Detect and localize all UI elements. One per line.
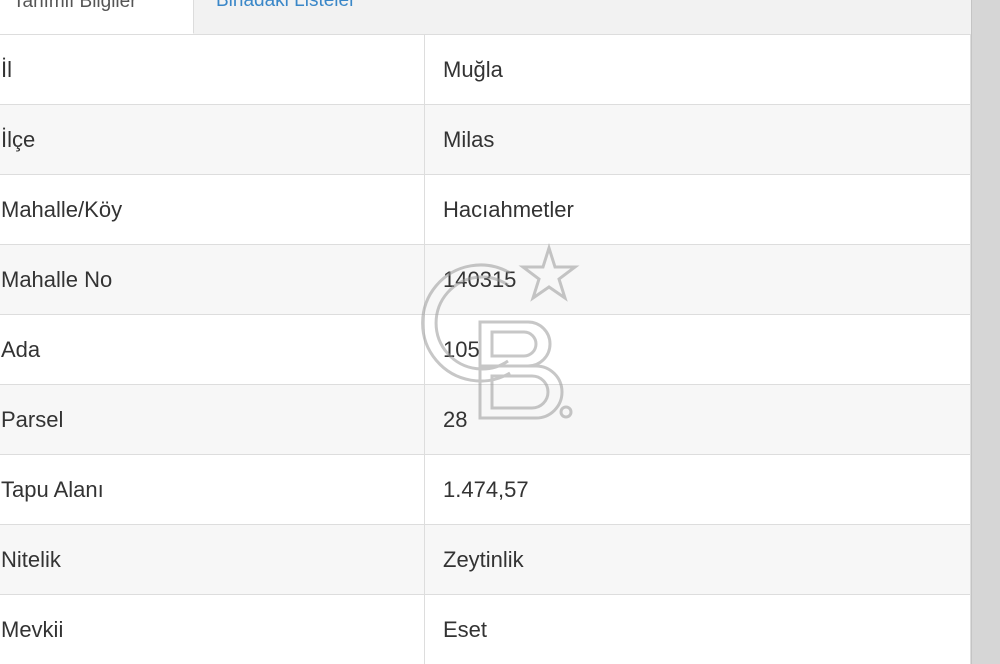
row-value: Zeytinlik [424,524,971,595]
tab-label: Tanımlı Bilgiler [13,0,137,12]
table-row: Mahalle/Köy Hacıahmetler [0,174,971,245]
row-label: İl [0,34,425,105]
row-value: Muğla [424,34,971,105]
tab-bar: Tanımlı Bilgiler Binadaki Listeler [0,0,973,35]
row-label: Ada [0,314,425,385]
row-label: Nitelik [0,524,425,595]
row-label: Mevkii [0,594,425,664]
scrollbar[interactable] [971,0,1000,664]
row-label: İlçe [0,104,425,175]
table-row: Mahalle No 140315 [0,244,971,315]
tab-tanimli-bilgiler[interactable]: Tanımlı Bilgiler [0,0,194,34]
property-info-table: İl Muğla İlçe Milas Mahalle/Köy Hacıahme… [0,34,971,664]
table-row: Nitelik Zeytinlik [0,524,971,595]
row-value: 1.474,57 [424,454,971,525]
row-label: Mahalle/Köy [0,174,425,245]
table-row: Ada 105 [0,314,971,385]
row-value: 105 [424,314,971,385]
row-value: 140315 [424,244,971,315]
row-value: Eset [424,594,971,664]
row-value: Hacıahmetler [424,174,971,245]
tab-binadaki-listeler[interactable]: Binadaki Listeler [204,0,404,33]
table-row: İl Muğla [0,34,971,105]
row-label: Parsel [0,384,425,455]
tab-label: Binadaki Listeler [216,0,356,11]
table-row: İlçe Milas [0,104,971,175]
page: Tanımlı Bilgiler Binadaki Listeler İl Mu… [0,0,1000,664]
row-label: Mahalle No [0,244,425,315]
table-row: Mevkii Eset [0,594,971,664]
row-value: Milas [424,104,971,175]
table-row: Tapu Alanı 1.474,57 [0,454,971,525]
table-row: Parsel 28 [0,384,971,455]
row-value: 28 [424,384,971,455]
row-label: Tapu Alanı [0,454,425,525]
